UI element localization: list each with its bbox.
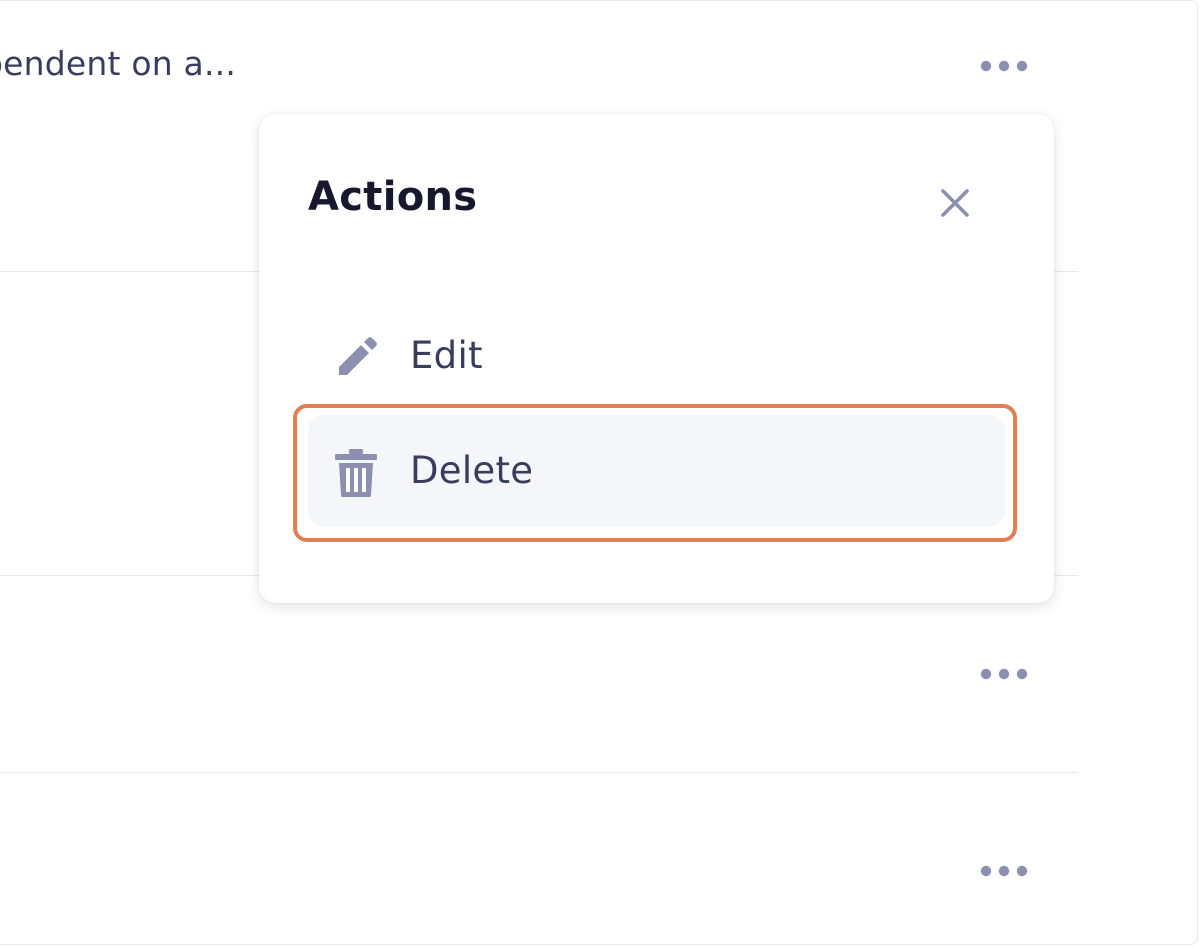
more-horizontal-icon bbox=[980, 60, 1028, 72]
trash-icon bbox=[330, 447, 382, 499]
list-item bbox=[0, 773, 1078, 947]
delete-menu-item[interactable]: Delete bbox=[308, 415, 1005, 527]
more-options-button[interactable] bbox=[972, 52, 1036, 80]
delete-label: Delete bbox=[410, 449, 534, 492]
more-options-button[interactable] bbox=[972, 857, 1036, 885]
close-button[interactable] bbox=[933, 181, 977, 225]
popover-title: Actions bbox=[308, 174, 478, 220]
actions-popover: Actions Edit Delete bbox=[259, 114, 1054, 603]
more-horizontal-icon bbox=[980, 865, 1028, 877]
more-options-button[interactable] bbox=[972, 660, 1036, 688]
pencil-icon bbox=[330, 332, 382, 384]
list-item bbox=[0, 576, 1078, 773]
edit-label: Edit bbox=[410, 334, 483, 377]
row-description: pendent on a... bbox=[0, 44, 237, 83]
more-horizontal-icon bbox=[980, 668, 1028, 680]
close-icon bbox=[941, 189, 969, 217]
edit-menu-item[interactable]: Edit bbox=[308, 300, 1005, 412]
